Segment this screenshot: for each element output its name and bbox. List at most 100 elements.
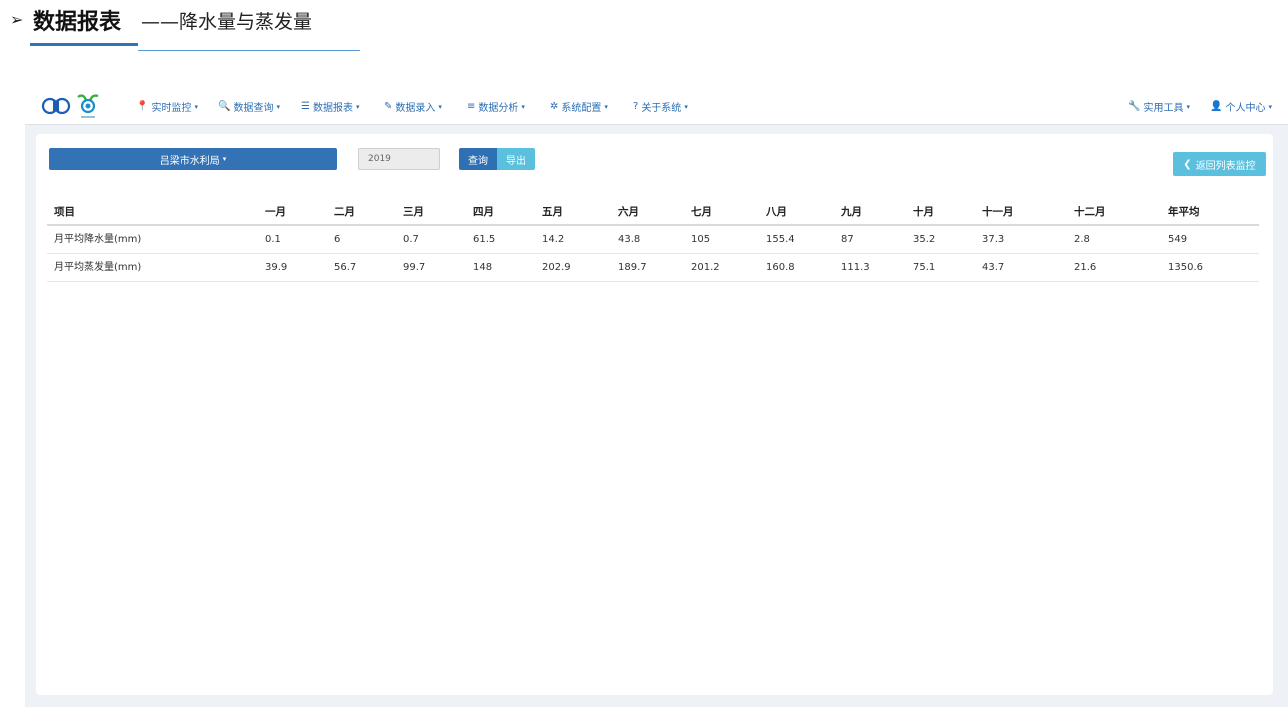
nav-label: 实用工具 — [1143, 103, 1184, 114]
table-cell: 75.1 — [913, 262, 936, 273]
table-header-cell: 三月 — [403, 206, 424, 218]
table-cell: 160.8 — [766, 262, 795, 273]
department-label: 吕梁市水利局 — [159, 155, 220, 167]
table-cell: 21.6 — [1074, 262, 1097, 273]
table-cell: 189.7 — [618, 262, 647, 273]
caret-down-icon: ▾ — [604, 102, 608, 111]
table-cell: 35.2 — [913, 234, 936, 245]
wrench-icon: 🔧 — [1128, 101, 1141, 112]
table-header-cell: 五月 — [542, 206, 563, 218]
caret-down-icon: ▾ — [194, 102, 198, 111]
table-cell: 月平均降水量(mm) — [54, 234, 142, 245]
caret-down-icon: ▾ — [276, 102, 280, 111]
nav-about-system[interactable]: ? 关于系统 ▾ — [633, 99, 688, 114]
table-cell: 148 — [473, 262, 493, 273]
table-header-cell: 六月 — [618, 206, 639, 218]
map-marker-icon: 📍 — [136, 101, 149, 112]
table-header-cell: 九月 — [841, 206, 862, 218]
year-input[interactable] — [358, 148, 440, 170]
question-circle-icon: ? — [633, 101, 639, 112]
nav-label: 数据录入 — [395, 103, 436, 114]
table-header-cell: 项目 — [54, 206, 75, 218]
nav-label: 个人中心 — [1225, 103, 1266, 114]
bars-icon: ≡ — [467, 101, 476, 112]
table-header-cell: 十月 — [913, 206, 934, 218]
caret-down-icon: ▾ — [684, 102, 688, 111]
water-logo-icon[interactable] — [41, 96, 71, 116]
table-cell: 111.3 — [841, 262, 870, 273]
table-cell: 87 — [841, 234, 854, 245]
table-header-cell: 二月 — [334, 206, 355, 218]
nav-realtime-monitor[interactable]: 📍 实时监控 ▾ — [136, 99, 198, 114]
table-row: 月平均降水量(mm) 0.1 6 0.7 61.5 14.2 43.8 105 … — [47, 226, 1259, 254]
nav-data-entry[interactable]: ✎ 数据录入 ▾ — [384, 99, 442, 114]
report-panel: 吕梁市水利局 ▾ 查询 导出 ❮ 返回列表监控 项目 一月 二月 三月 四月 五… — [36, 134, 1273, 695]
gear-icon: ✲ — [550, 101, 559, 112]
department-dropdown[interactable]: 吕梁市水利局 ▾ — [49, 148, 337, 170]
caret-down-icon: ▾ — [1186, 102, 1190, 111]
heading-subtitle: ——降水量与蒸发量 — [141, 11, 313, 33]
table-cell: 549 — [1168, 234, 1188, 245]
bullet-arrow-icon: ➢ — [10, 10, 24, 29]
table-cell: 月平均蒸发量(mm) — [54, 262, 142, 273]
table-cell: 39.9 — [265, 262, 288, 273]
table-cell: 56.7 — [334, 262, 357, 273]
table-cell: 0.1 — [265, 234, 281, 245]
table-header-cell: 八月 — [766, 206, 787, 218]
nav-label: 系统配置 — [561, 103, 602, 114]
table-cell: 14.2 — [542, 234, 565, 245]
user-icon: 👤 — [1210, 101, 1223, 112]
table-header-cell: 一月 — [265, 206, 286, 218]
table-cell: 99.7 — [403, 262, 426, 273]
nav-data-analysis[interactable]: ≡ 数据分析 ▾ — [467, 99, 525, 114]
table-cell: 0.7 — [403, 234, 419, 245]
export-button[interactable]: 导出 — [497, 148, 535, 170]
nav-label: 数据分析 — [478, 103, 519, 114]
top-navbar: 📍 实时监控 ▾ 🔍 数据查询 ▾ ☰ 数据报表 ▾ ✎ 数据录入 ▾ ≡ 数据… — [25, 87, 1288, 125]
nav-data-query[interactable]: 🔍 数据查询 ▾ — [218, 99, 280, 114]
back-label: 返回列表监控 — [1195, 160, 1256, 172]
caret-down-icon: ▾ — [521, 102, 525, 111]
nav-label: 数据报表 — [312, 103, 353, 114]
table-header-cell: 十一月 — [982, 206, 1014, 218]
table-cell: 202.9 — [542, 262, 571, 273]
heading-underline — [30, 43, 138, 46]
list-icon: ☰ — [301, 101, 310, 112]
table-cell: 61.5 — [473, 234, 496, 245]
report-table: 项目 一月 二月 三月 四月 五月 六月 七月 八月 九月 十月 十一月 十二月… — [47, 198, 1259, 282]
caret-down-icon: ▾ — [355, 102, 360, 111]
back-to-list-button[interactable]: ❮ 返回列表监控 — [1173, 152, 1266, 176]
section-heading: ➢ 数据报表 ——降水量与蒸发量 — [0, 0, 1288, 72]
swirl-logo-icon — [77, 94, 99, 118]
table-cell: 6 — [334, 234, 341, 245]
app-frame: 📍 实时监控 ▾ 🔍 数据查询 ▾ ☰ 数据报表 ▾ ✎ 数据录入 ▾ ≡ 数据… — [25, 87, 1288, 707]
search-icon: 🔍 — [218, 101, 231, 112]
nav-user-center[interactable]: 👤 个人中心 ▾ — [1210, 99, 1272, 114]
nav-label: 实时监控 — [151, 103, 192, 114]
table-cell: 43.8 — [618, 234, 641, 245]
nav-utilities[interactable]: 🔧 实用工具 ▾ — [1128, 99, 1190, 114]
table-cell: 201.2 — [691, 262, 720, 273]
query-button[interactable]: 查询 — [459, 148, 497, 170]
table-cell: 155.4 — [766, 234, 795, 245]
nav-data-report[interactable]: ☰ 数据报表 ▾ — [301, 99, 359, 114]
table-cell: 2.8 — [1074, 234, 1090, 245]
table-cell: 105 — [691, 234, 711, 245]
caret-down-icon: ▾ — [1268, 102, 1272, 111]
table-header-row: 项目 一月 二月 三月 四月 五月 六月 七月 八月 九月 十月 十一月 十二月… — [47, 198, 1259, 226]
table-row: 月平均蒸发量(mm) 39.9 56.7 99.7 148 202.9 189.… — [47, 254, 1259, 282]
table-header-cell: 年平均 — [1168, 206, 1200, 218]
caret-down-icon: ▾ — [222, 155, 227, 163]
edit-icon: ✎ — [384, 101, 393, 112]
table-cell: 37.3 — [982, 234, 1005, 245]
caret-down-icon: ▾ — [438, 102, 442, 111]
chevron-left-icon: ❮ — [1183, 158, 1192, 170]
nav-system-config[interactable]: ✲ 系统配置 ▾ — [550, 99, 608, 114]
table-header-cell: 七月 — [691, 206, 712, 218]
table-header-cell: 十二月 — [1074, 206, 1106, 218]
heading-title: 数据报表 — [33, 10, 122, 35]
heading-underline-thin — [138, 50, 360, 51]
table-header-cell: 四月 — [473, 206, 494, 218]
nav-label: 数据查询 — [233, 103, 274, 114]
table-cell: 43.7 — [982, 262, 1005, 273]
